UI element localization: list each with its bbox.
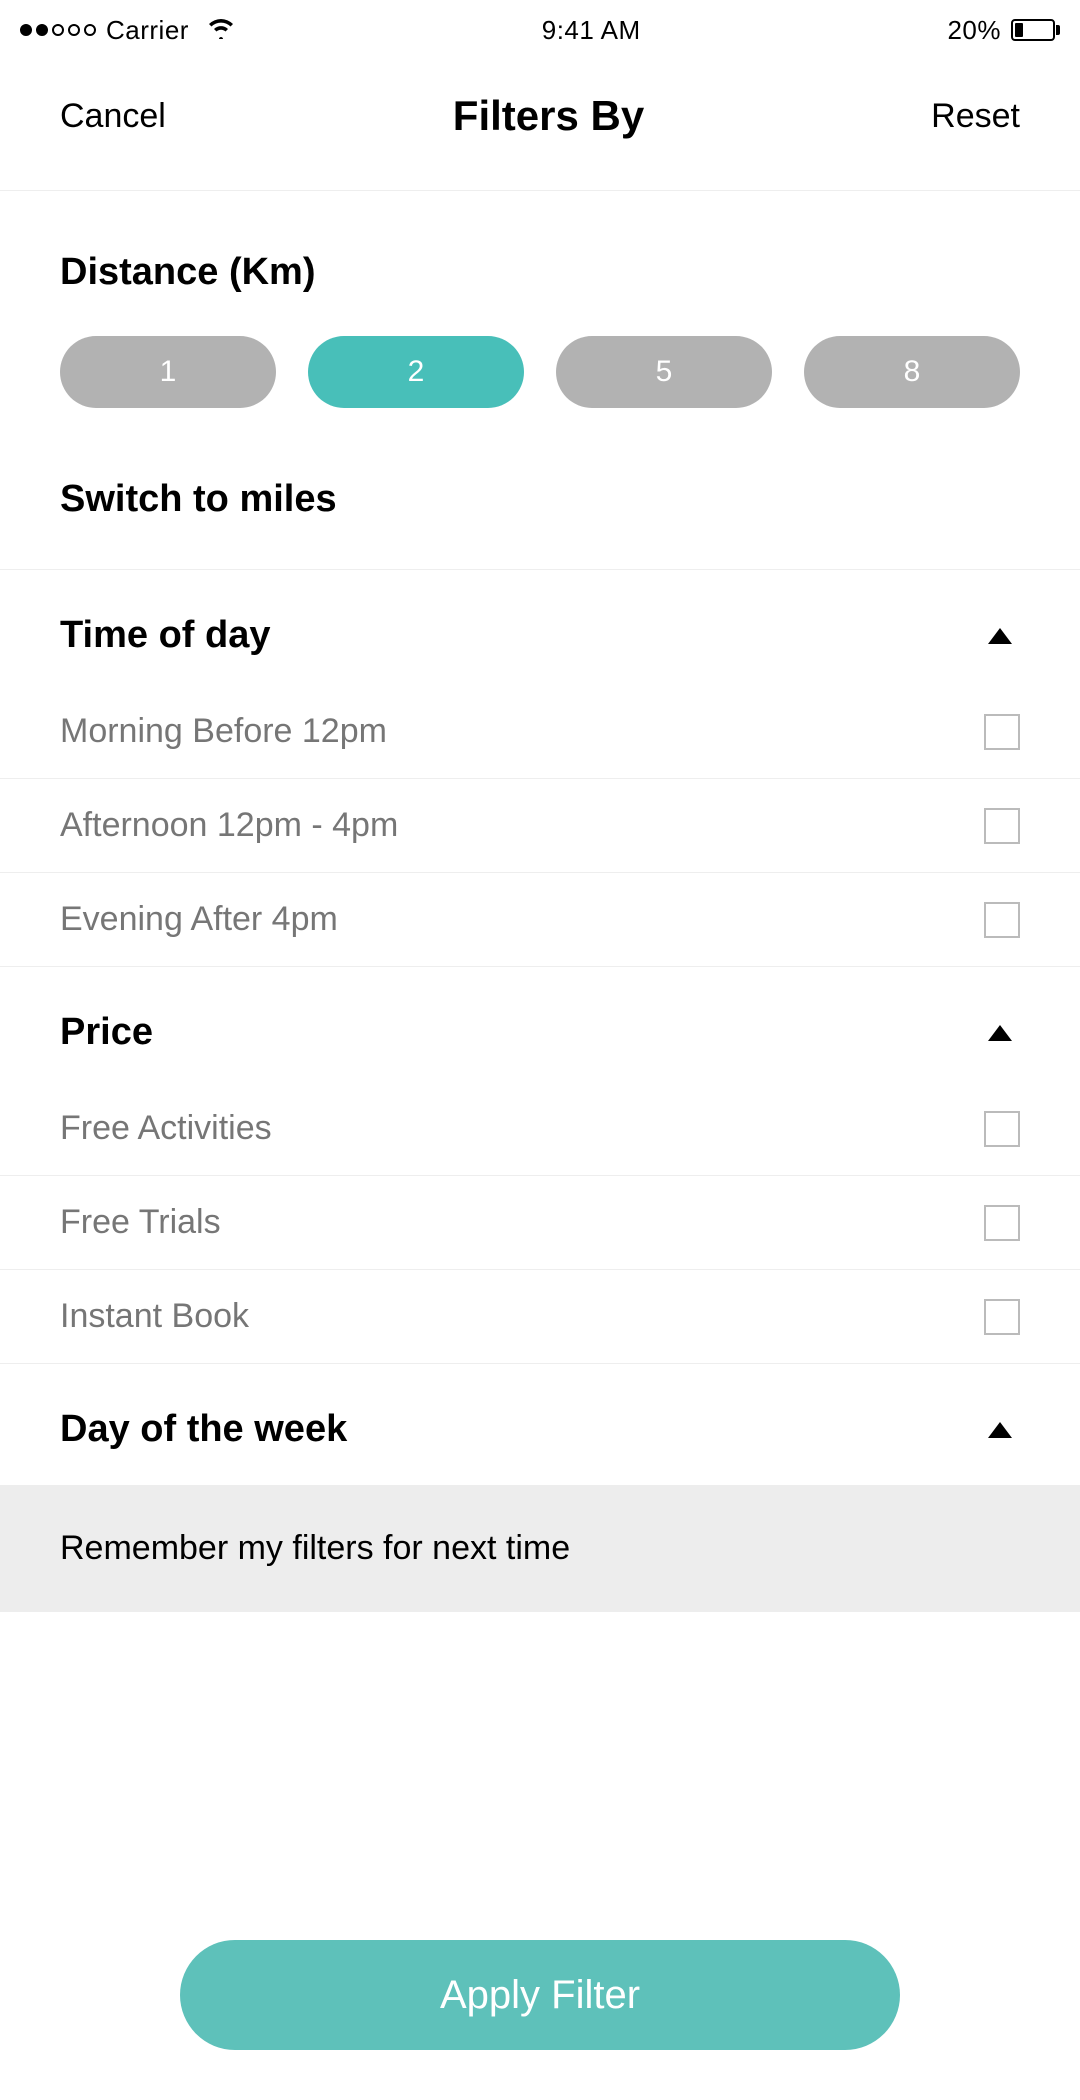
carrier-label: Carrier bbox=[106, 15, 189, 46]
page-header: Cancel Filters By Reset bbox=[0, 60, 1080, 191]
option-label: Free Trials bbox=[60, 1203, 221, 1242]
distance-heading: Distance (Km) bbox=[60, 251, 1020, 294]
option-label: Afternoon 12pm - 4pm bbox=[60, 806, 398, 845]
switch-to-miles-row[interactable]: Switch to miles bbox=[0, 478, 1080, 570]
wifi-icon bbox=[207, 15, 235, 46]
day-of-week-header[interactable]: Day of the week bbox=[0, 1364, 1080, 1479]
distance-option-2[interactable]: 2 bbox=[308, 336, 524, 408]
distance-option-8[interactable]: 8 bbox=[804, 336, 1020, 408]
remember-filters-row[interactable]: Remember my filters for next time bbox=[0, 1485, 1080, 1612]
status-right: 20% bbox=[947, 15, 1060, 46]
distance-section: Distance (Km) 1 2 5 8 bbox=[0, 251, 1080, 408]
chevron-up-icon bbox=[988, 1422, 1012, 1438]
chevron-up-icon bbox=[988, 628, 1012, 644]
time-option-afternoon[interactable]: Afternoon 12pm - 4pm bbox=[0, 779, 1080, 873]
page-title: Filters By bbox=[453, 92, 644, 140]
cancel-button[interactable]: Cancel bbox=[60, 97, 166, 136]
checkbox[interactable] bbox=[984, 714, 1020, 750]
apply-filter-button[interactable]: Apply Filter bbox=[180, 1940, 900, 2050]
distance-option-5[interactable]: 5 bbox=[556, 336, 772, 408]
option-label: Morning Before 12pm bbox=[60, 712, 387, 751]
price-option-free-trials[interactable]: Free Trials bbox=[0, 1176, 1080, 1270]
checkbox[interactable] bbox=[984, 902, 1020, 938]
option-label: Instant Book bbox=[60, 1297, 249, 1336]
checkbox[interactable] bbox=[984, 1205, 1020, 1241]
switch-to-miles-label: Switch to miles bbox=[60, 478, 337, 520]
status-bar: Carrier 9:41 AM 20% bbox=[0, 0, 1080, 60]
time-of-day-title: Time of day bbox=[60, 614, 270, 657]
clock: 9:41 AM bbox=[542, 15, 641, 46]
battery-icon bbox=[1011, 19, 1060, 41]
signal-dots-icon bbox=[20, 24, 96, 36]
chevron-up-icon bbox=[988, 1025, 1012, 1041]
reset-button[interactable]: Reset bbox=[931, 97, 1020, 136]
distance-option-1[interactable]: 1 bbox=[60, 336, 276, 408]
time-of-day-header[interactable]: Time of day bbox=[0, 570, 1080, 685]
time-option-evening[interactable]: Evening After 4pm bbox=[0, 873, 1080, 967]
price-option-instant-book[interactable]: Instant Book bbox=[0, 1270, 1080, 1364]
battery-percent: 20% bbox=[947, 15, 1001, 46]
apply-area: Apply Filter bbox=[0, 1940, 1080, 2050]
time-option-morning[interactable]: Morning Before 12pm bbox=[0, 685, 1080, 779]
option-label: Free Activities bbox=[60, 1109, 272, 1148]
checkbox[interactable] bbox=[984, 808, 1020, 844]
checkbox[interactable] bbox=[984, 1111, 1020, 1147]
option-label: Evening After 4pm bbox=[60, 900, 338, 939]
distance-pill-row: 1 2 5 8 bbox=[60, 336, 1020, 408]
price-option-free-activities[interactable]: Free Activities bbox=[0, 1082, 1080, 1176]
remember-filters-label: Remember my filters for next time bbox=[60, 1529, 570, 1567]
checkbox[interactable] bbox=[984, 1299, 1020, 1335]
price-title: Price bbox=[60, 1011, 153, 1054]
day-of-week-title: Day of the week bbox=[60, 1408, 347, 1451]
price-header[interactable]: Price bbox=[0, 967, 1080, 1082]
status-left: Carrier bbox=[20, 15, 235, 46]
